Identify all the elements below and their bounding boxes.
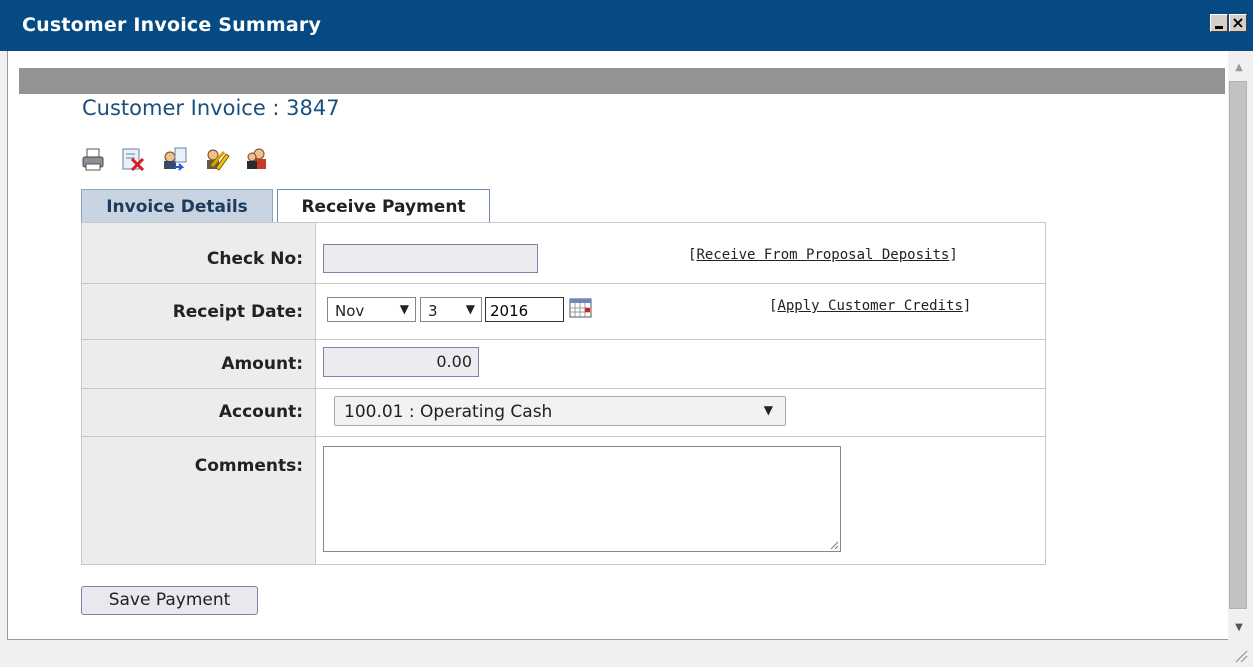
label-column xyxy=(82,223,316,564)
tab-receive-payment[interactable]: Receive Payment xyxy=(277,189,490,225)
month-value: Nov xyxy=(335,302,365,320)
account-label: Account: xyxy=(218,402,303,422)
textarea-resize-icon[interactable] xyxy=(829,540,839,550)
month-select[interactable]: Nov ▼ xyxy=(327,297,416,322)
dropdown-arrow-icon: ▼ xyxy=(763,403,773,417)
scroll-up-arrow-icon[interactable]: ▲ xyxy=(1231,62,1247,74)
dropdown-arrow-icon: ▼ xyxy=(465,302,475,316)
close-button[interactable]: × xyxy=(1229,14,1247,32)
minimize-button[interactable] xyxy=(1210,14,1228,32)
save-payment-button[interactable]: Save Payment xyxy=(81,586,258,615)
page-title: Customer Invoice : 3847 xyxy=(82,96,340,120)
resize-grip-icon[interactable] xyxy=(1232,647,1248,663)
scroll-down-arrow-icon[interactable]: ▼ xyxy=(1231,622,1247,634)
tab-invoice-details[interactable]: Invoice Details xyxy=(81,189,273,223)
row-divider xyxy=(82,388,1045,389)
calendar-icon[interactable] xyxy=(568,296,594,320)
account-value: 100.01 : Operating Cash xyxy=(344,402,553,422)
deposits-link-text[interactable]: Receive From Proposal Deposits xyxy=(696,247,949,263)
row-divider xyxy=(82,436,1045,437)
window-title: Customer Invoice Summary xyxy=(22,14,322,36)
credits-link-text[interactable]: Apply Customer Credits xyxy=(777,298,962,314)
apply-customer-credits-link[interactable]: [Apply Customer Credits] xyxy=(769,298,971,314)
edit-icon[interactable] xyxy=(204,146,230,172)
account-select[interactable]: 100.01 : Operating Cash ▼ xyxy=(334,396,786,426)
delete-invoice-icon[interactable] xyxy=(120,146,146,172)
comments-label: Comments: xyxy=(194,456,303,476)
print-icon[interactable] xyxy=(80,146,106,172)
receipt-date-label: Receipt Date: xyxy=(172,302,303,322)
header-bar xyxy=(19,68,1225,94)
row-divider xyxy=(82,283,1045,284)
row-divider xyxy=(82,339,1045,340)
amount-label: Amount: xyxy=(221,354,303,374)
check-no-input[interactable] xyxy=(323,244,538,273)
status-bar xyxy=(0,640,1253,667)
receive-from-proposal-deposits-link[interactable]: [Receive From Proposal Deposits] xyxy=(688,247,958,263)
comments-textarea[interactable] xyxy=(323,446,841,552)
amount-input[interactable]: 0.00 xyxy=(323,347,479,377)
scrollbar-thumb[interactable] xyxy=(1229,81,1247,609)
close-icon: × xyxy=(1231,13,1245,32)
day-select[interactable]: 3 ▼ xyxy=(420,297,482,322)
users-icon[interactable] xyxy=(244,146,270,172)
dropdown-arrow-icon: ▼ xyxy=(399,302,409,316)
year-input[interactable]: 2016 xyxy=(485,297,564,322)
day-value: 3 xyxy=(428,302,438,320)
send-invoice-icon[interactable] xyxy=(162,146,188,172)
window-title-bar: Customer Invoice Summary × xyxy=(0,0,1253,51)
check-no-label: Check No: xyxy=(206,249,303,269)
